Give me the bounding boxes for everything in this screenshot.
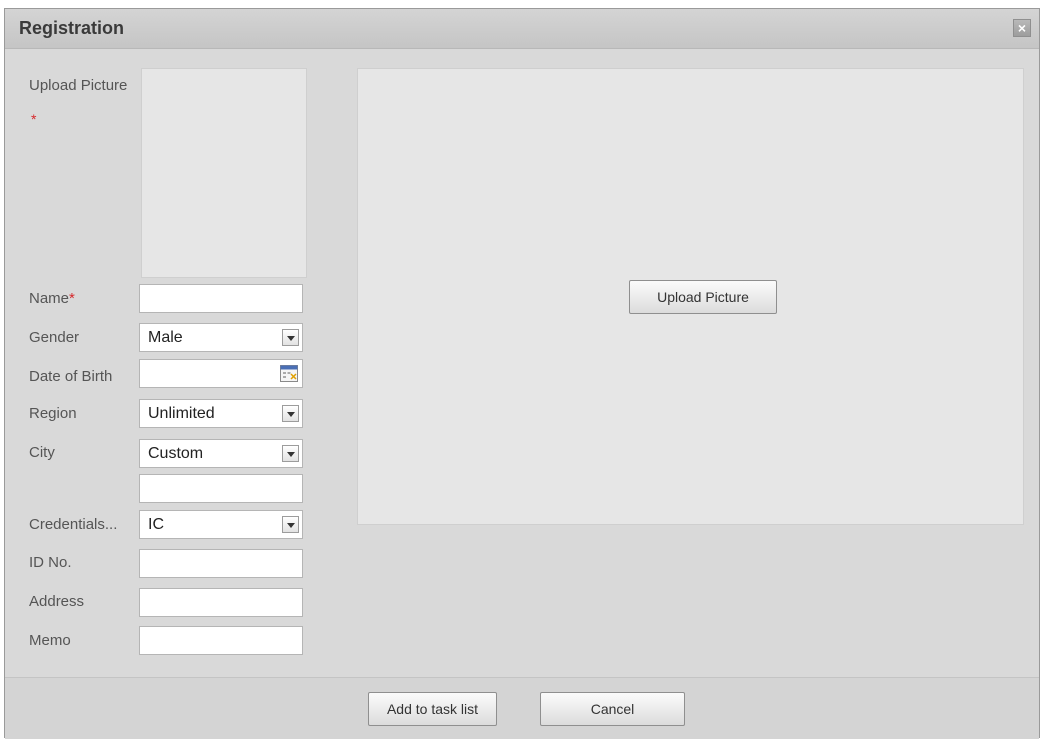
credentials-label: Credentials... <box>29 516 118 533</box>
upload-picture-label: Upload Picture <box>29 77 128 94</box>
id-input[interactable] <box>139 549 303 578</box>
city-value: Custom <box>148 445 204 462</box>
credentials-select[interactable]: IC <box>139 510 303 539</box>
chevron-down-icon <box>282 329 299 346</box>
gender-label: Gender <box>29 329 80 346</box>
calendar-icon[interactable] <box>280 365 298 382</box>
chevron-down-icon <box>282 405 299 422</box>
city-select[interactable]: Custom <box>139 439 303 468</box>
address-label: Address <box>29 593 85 610</box>
close-button[interactable]: × <box>1013 19 1031 37</box>
dob-field[interactable] <box>139 359 303 388</box>
cancel-button[interactable]: Cancel <box>540 692 685 726</box>
add-to-task-list-button[interactable]: Add to task list <box>368 692 497 726</box>
credentials-value: IC <box>148 516 164 533</box>
picture-preview-panel: Upload Picture <box>357 68 1024 525</box>
chevron-down-icon <box>282 445 299 462</box>
city-label: City <box>29 444 55 461</box>
dob-label: Date of Birth <box>29 368 113 385</box>
title-bar: Registration × <box>5 9 1039 49</box>
city-custom-input[interactable] <box>139 474 303 503</box>
region-select[interactable]: Unlimited <box>139 399 303 428</box>
address-input[interactable] <box>139 588 303 617</box>
upload-picture-required-mark: * <box>31 111 37 127</box>
registration-dialog: Registration × Upload Picture * Name* Ge… <box>4 8 1040 739</box>
region-value: Unlimited <box>148 405 215 422</box>
memo-label: Memo <box>29 632 71 649</box>
picture-thumbnail <box>141 68 307 278</box>
chevron-down-icon <box>282 516 299 533</box>
region-label: Region <box>29 405 77 422</box>
dialog-footer: Add to task list Cancel <box>5 677 1039 739</box>
id-label: ID No. <box>29 554 72 571</box>
memo-input[interactable] <box>139 626 303 655</box>
gender-value: Male <box>148 329 183 346</box>
close-icon: × <box>1017 20 1027 36</box>
dialog-title: Registration <box>19 18 125 38</box>
name-input[interactable] <box>139 284 303 313</box>
name-label: Name* <box>29 290 75 307</box>
gender-select[interactable]: Male <box>139 323 303 352</box>
upload-picture-button[interactable]: Upload Picture <box>629 280 777 314</box>
